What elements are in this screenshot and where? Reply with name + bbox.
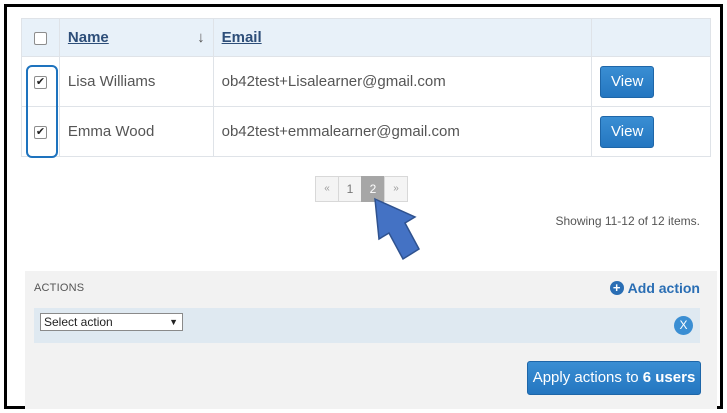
screenshot-frame: Name ↓ Email Lisa Williams ob42test+Lisa…: [4, 4, 723, 409]
apply-actions-prefix[interactable]: Apply actions to: [533, 369, 643, 386]
row-check-cell: [21, 56, 60, 107]
caret-down-icon[interactable]: ▼: [169, 314, 178, 330]
add-action-label[interactable]: Add action: [628, 280, 700, 296]
row-check-cell: [21, 106, 60, 157]
name-column-header[interactable]: Name ↓: [58, 18, 214, 57]
action-column-header: [591, 18, 711, 57]
plus-circle-icon[interactable]: +: [609, 281, 624, 295]
row-checkbox[interactable]: [33, 125, 47, 139]
apply-actions-count[interactable]: 6 users: [643, 369, 696, 386]
user-email: ob42test+emmalearner@gmail.com: [212, 106, 593, 157]
table-row: Lisa Williams ob42test+Lisalearner@gmail…: [21, 56, 711, 107]
view-button[interactable]: View: [600, 115, 655, 148]
table-row: Emma Wood ob42test+emmalearner@gmail.com…: [21, 106, 711, 157]
add-action-button[interactable]: + Add action: [609, 280, 700, 296]
row-action-cell: View: [591, 106, 711, 157]
name-sort-link[interactable]: Name: [68, 29, 109, 46]
actions-panel: ACTIONS + Add action Select action ▼ X A…: [25, 271, 717, 409]
view-button[interactable]: View: [600, 65, 655, 98]
pagination-summary: Showing 11-12 of 12 items.: [555, 214, 700, 228]
email-sort-link[interactable]: Email: [222, 29, 262, 46]
remove-action-icon[interactable]: X: [674, 316, 693, 335]
pointer-arrow-icon: [374, 197, 420, 261]
email-column-header[interactable]: Email: [212, 18, 593, 57]
action-select[interactable]: Select action ▼: [40, 313, 183, 331]
row-checkbox[interactable]: [33, 75, 47, 89]
page-1-button[interactable]: 1: [338, 176, 362, 202]
row-action-cell: View: [591, 56, 711, 107]
action-select-value[interactable]: Select action: [44, 315, 113, 329]
user-name: Lisa Williams: [58, 56, 214, 107]
actions-heading: ACTIONS: [34, 282, 85, 294]
action-row: Select action ▼ X: [34, 308, 700, 343]
sort-down-icon[interactable]: ↓: [197, 29, 205, 46]
page-prev-button[interactable]: «: [315, 176, 339, 202]
select-all-cell: [21, 18, 60, 57]
table-header-row: Name ↓ Email: [21, 18, 711, 57]
user-name: Emma Wood: [58, 106, 214, 157]
user-email: ob42test+Lisalearner@gmail.com: [212, 56, 593, 107]
select-all-checkbox[interactable]: [33, 31, 47, 45]
users-table: Name ↓ Email Lisa Williams ob42test+Lisa…: [21, 18, 711, 157]
apply-actions-button[interactable]: Apply actions to 6 users: [527, 361, 701, 395]
